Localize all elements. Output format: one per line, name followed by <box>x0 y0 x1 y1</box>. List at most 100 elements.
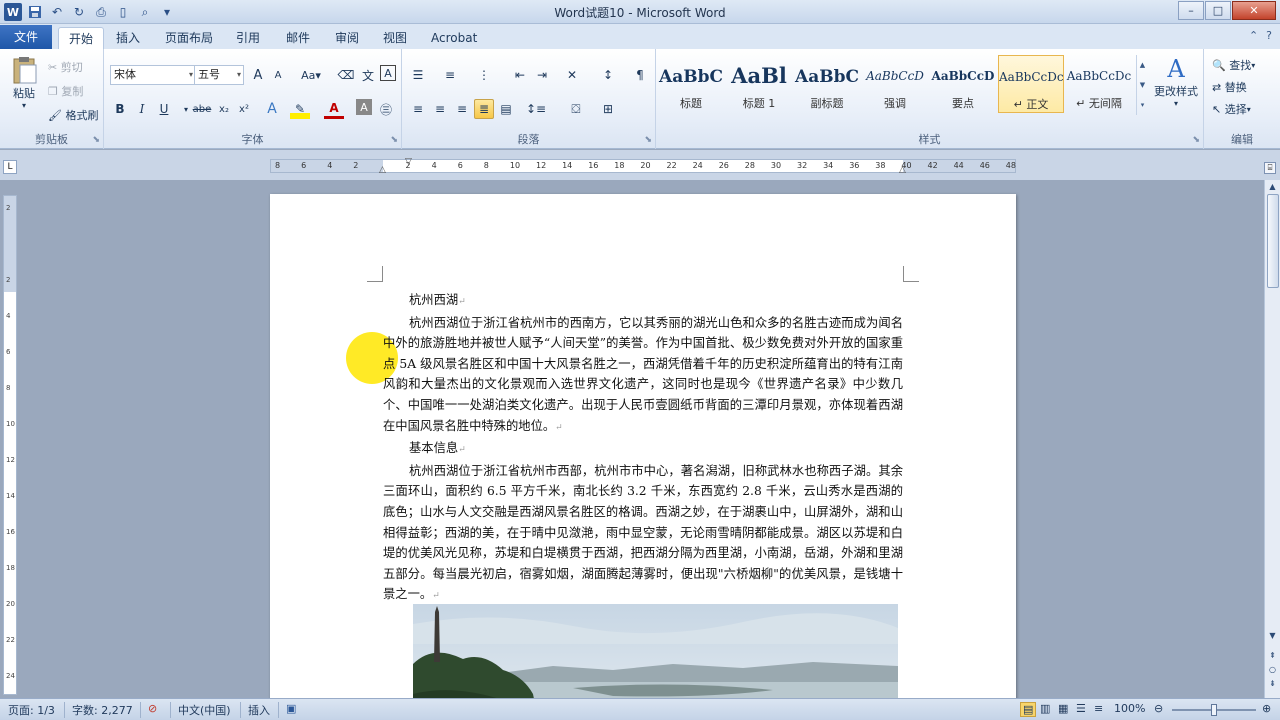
style-normal[interactable]: AaBbCcDc ↵ 正文 <box>998 55 1064 113</box>
outline-view-icon[interactable]: ☰ <box>1076 702 1086 715</box>
horizontal-ruler[interactable]: 8 6 4 2 2 4 6 8 10 12 14 16 18 20 22 24 26 28 30 32 34 36 38 40… <box>270 157 1016 175</box>
change-styles-button[interactable]: A 更改样式 ▾ <box>1152 55 1200 108</box>
clear-formatting-icon[interactable]: ⌫ <box>336 65 356 85</box>
document-page[interactable]: 杭州西湖↵ 杭州西湖位于浙江省杭州市的西南方，它以其秀丽的湖光山色和众多的名胜古… <box>270 194 1016 698</box>
show-marks-icon[interactable]: ¶ <box>630 65 650 85</box>
language-indicator[interactable]: 中文(中国) <box>178 702 231 718</box>
line-spacing-icon[interactable]: ↕≡ <box>526 99 546 119</box>
scrollbar-thumb[interactable] <box>1267 194 1279 288</box>
change-case-button[interactable]: Aa▾ <box>298 65 324 85</box>
italic-button[interactable]: I <box>132 99 152 119</box>
proofing-icon[interactable]: ⊘ <box>148 702 157 715</box>
style-no-spacing[interactable]: AaBbCcDc ↵ 无间隔 <box>1066 55 1132 113</box>
copy-button[interactable]: ❐ 复制 <box>48 83 83 99</box>
right-indent-marker[interactable]: △ <box>899 165 906 175</box>
paragraph-launcher-icon[interactable]: ⬊ <box>644 135 652 145</box>
justify-icon[interactable]: ≣ <box>474 99 494 119</box>
tab-references[interactable]: 引用 <box>226 27 270 49</box>
style-heading-1[interactable]: AaBl 标题 1 <box>726 55 792 113</box>
help-icon[interactable]: ? <box>1266 29 1272 42</box>
tab-view[interactable]: 视图 <box>373 27 417 49</box>
chinese-layout-icon[interactable]: ✕ <box>562 65 582 85</box>
web-layout-icon[interactable]: ▦ <box>1058 702 1068 715</box>
clipboard-launcher-icon[interactable]: ⬊ <box>92 135 100 145</box>
superscript-button[interactable]: x² <box>234 99 254 119</box>
full-screen-reading-icon[interactable]: ▥ <box>1040 702 1050 715</box>
tab-home[interactable]: 开始 <box>58 27 105 49</box>
tab-file[interactable]: 文件 <box>0 25 52 49</box>
decrease-indent-icon[interactable]: ⇤ <box>510 65 530 85</box>
hanging-indent-marker[interactable]: △ <box>379 165 386 175</box>
increase-indent-icon[interactable]: ⇥ <box>532 65 552 85</box>
style-emphasis[interactable]: AaBbCcD 强调 <box>862 55 928 113</box>
font-size-combo[interactable]: 五号 ▾ <box>194 65 244 85</box>
document-area[interactable]: 杭州西湖↵ 杭州西湖位于浙江省杭州市的西南方，它以其秀丽的湖光山色和众多的名胜古… <box>20 180 1264 698</box>
font-launcher-icon[interactable]: ⬊ <box>390 135 398 145</box>
highlight-color-icon[interactable]: ✎ <box>290 99 310 119</box>
draft-view-icon[interactable]: ≡ <box>1094 702 1103 715</box>
character-border-icon[interactable]: A <box>380 65 396 81</box>
style-strong[interactable]: AaBbCcD 要点 <box>930 55 996 113</box>
next-page-icon[interactable]: ⇟ <box>1266 678 1279 690</box>
macro-record-icon[interactable]: ▣ <box>286 702 296 715</box>
enclose-characters-icon[interactable]: ㊂ <box>376 99 396 119</box>
vertical-scrollbar[interactable]: ▲ ▼ ⇞ ○ ⇟ <box>1264 180 1280 698</box>
zoom-out-icon[interactable]: ⊖ <box>1154 702 1163 715</box>
tab-review[interactable]: 审阅 <box>325 27 369 49</box>
bold-button[interactable]: B <box>110 99 130 119</box>
align-right-icon[interactable]: ≡ <box>452 99 472 119</box>
distributed-icon[interactable]: ▤ <box>496 99 516 119</box>
zoom-slider-thumb[interactable] <box>1211 704 1217 716</box>
tab-acrobat[interactable]: Acrobat <box>421 27 487 49</box>
subscript-button[interactable]: x₂ <box>214 99 234 119</box>
replace-button[interactable]: ⇄ 替换 <box>1212 79 1247 95</box>
text-effects-icon[interactable]: A <box>262 99 282 119</box>
zoom-level[interactable]: 100% <box>1114 702 1145 715</box>
word-count[interactable]: 字数: 2,277 <box>72 702 133 718</box>
numbering-icon[interactable]: ≡ <box>440 65 460 85</box>
zoom-slider[interactable] <box>1172 704 1256 716</box>
style-subtitle[interactable]: AaBbC 副标题 <box>794 55 860 113</box>
styles-launcher-icon[interactable]: ⬊ <box>1192 135 1200 145</box>
grow-font-button[interactable]: A <box>248 65 268 85</box>
zoom-in-icon[interactable]: ⊕ <box>1262 702 1271 715</box>
strikethrough-button[interactable]: abe <box>190 99 214 119</box>
font-name-combo[interactable]: 宋体 ▾ <box>110 65 196 85</box>
character-shading-icon[interactable]: A <box>356 99 372 115</box>
tab-mailings[interactable]: 邮件 <box>276 27 320 49</box>
multilevel-list-icon[interactable]: ⋮ <box>474 65 494 85</box>
phonetic-guide-icon[interactable]: 文 <box>358 65 378 85</box>
print-layout-view-icon[interactable]: ▤ <box>1020 702 1037 717</box>
paste-dropdown-icon[interactable]: ▾ <box>22 101 26 110</box>
ruler-toggle-icon[interactable]: ⌸ <box>1264 162 1276 174</box>
tab-page-layout[interactable]: 页面布局 <box>155 27 223 49</box>
align-left-icon[interactable]: ≡ <box>408 99 428 119</box>
insert-mode-indicator[interactable]: 插入 <box>248 702 270 718</box>
align-center-icon[interactable]: ≡ <box>430 99 450 119</box>
borders-icon[interactable]: ⊞ <box>598 99 618 119</box>
tab-insert[interactable]: 插入 <box>106 27 150 49</box>
sort-icon[interactable]: ↕ <box>598 65 618 85</box>
format-painter-button[interactable]: 🖌 格式刷 <box>48 107 98 123</box>
cut-button[interactable]: ✂ 剪切 <box>48 59 83 75</box>
maximize-button[interactable]: □ <box>1205 1 1231 20</box>
page-count[interactable]: 页面: 1/3 <box>8 702 55 718</box>
shading-icon[interactable]: ⛋ <box>566 99 586 119</box>
previous-page-icon[interactable]: ⇞ <box>1266 650 1279 662</box>
document-body[interactable]: 杭州西湖↵ 杭州西湖位于浙江省杭州市的西南方，它以其秀丽的湖光山色和众多的名胜古… <box>383 290 903 607</box>
shrink-font-button[interactable]: A <box>268 65 288 85</box>
west-lake-photo[interactable] <box>413 604 898 698</box>
font-color-icon[interactable]: A <box>324 99 344 119</box>
minimize-ribbon-icon[interactable]: ⌃ <box>1249 29 1258 42</box>
paste-button[interactable]: 粘贴 ▾ <box>8 55 40 110</box>
first-line-indent-marker[interactable]: ▽ <box>405 157 412 167</box>
gallery-more-icon[interactable]: ▾ <box>1137 95 1148 115</box>
gallery-up-icon[interactable]: ▲ <box>1137 55 1148 75</box>
style-title[interactable]: AaBbC 标题 <box>658 55 724 113</box>
underline-button[interactable]: U <box>154 99 174 119</box>
bullets-icon[interactable]: ☰ <box>408 65 428 85</box>
select-button[interactable]: ↖ 选择 ▾ <box>1212 101 1251 117</box>
gallery-down-icon[interactable]: ▼ <box>1137 75 1148 95</box>
scroll-down-icon[interactable]: ▼ <box>1266 630 1279 642</box>
find-button[interactable]: 🔍 查找 ▾ <box>1212 57 1255 73</box>
